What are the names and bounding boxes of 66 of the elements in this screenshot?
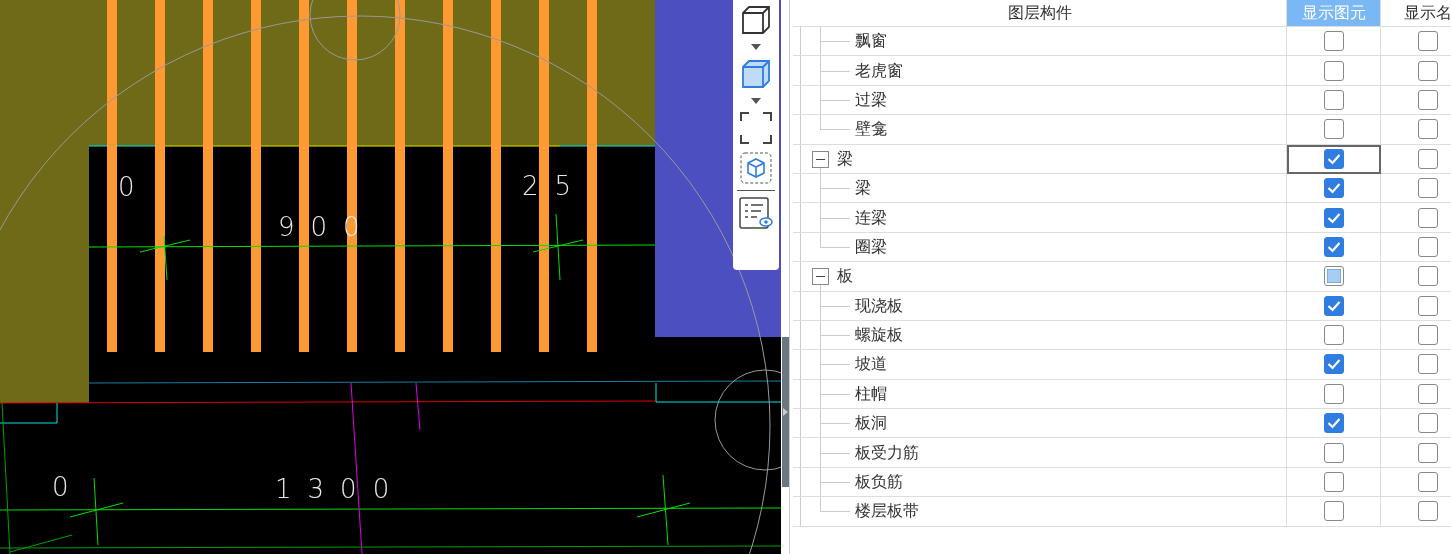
checkbox[interactable] — [1417, 31, 1438, 52]
list-view-icon[interactable] — [739, 197, 773, 229]
layer-group-name: 板 — [837, 265, 853, 288]
layer-name: 壁龛 — [855, 118, 887, 141]
checkbox[interactable] — [1323, 119, 1344, 140]
caret-icon[interactable] — [751, 98, 761, 104]
layer-name: 连梁 — [855, 206, 887, 229]
checkbox[interactable] — [1417, 266, 1438, 287]
checkbox[interactable] — [1323, 442, 1344, 463]
checkbox[interactable] — [1417, 236, 1438, 257]
checkbox[interactable] — [1417, 207, 1438, 228]
checkbox[interactable] — [1417, 442, 1438, 463]
column-header[interactable]: 显示名 — [1381, 0, 1451, 27]
checkbox[interactable] — [1417, 413, 1438, 434]
layer-name: 板受力筋 — [855, 441, 919, 464]
cube-select-icon[interactable] — [740, 152, 772, 184]
collapse-button[interactable] — [812, 268, 829, 286]
cube-icon[interactable] — [740, 4, 772, 36]
checkbox[interactable] — [1323, 178, 1344, 199]
checkbox[interactable] — [1323, 148, 1344, 169]
checkbox[interactable] — [1323, 413, 1344, 434]
caret-icon[interactable] — [751, 44, 761, 50]
checkbox[interactable] — [1417, 472, 1438, 493]
checkbox[interactable] — [1323, 60, 1344, 81]
layer-name: 柱帽 — [855, 382, 887, 405]
checkbox[interactable] — [1417, 325, 1438, 346]
dimension-label: 1300 — [275, 474, 406, 504]
shaded-cube-icon[interactable] — [740, 58, 772, 90]
layer-group-name: 梁 — [837, 147, 853, 170]
layer-name: 板负筋 — [855, 471, 903, 494]
selection-frame-icon[interactable] — [740, 112, 772, 144]
layer-name: 梁 — [855, 177, 871, 200]
checkbox[interactable] — [1323, 207, 1344, 228]
checkbox[interactable] — [1323, 236, 1344, 257]
dimension-label: 0 — [52, 472, 85, 502]
checkbox[interactable] — [1417, 60, 1438, 81]
checkbox[interactable] — [1323, 89, 1344, 110]
collapse-button[interactable] — [812, 150, 829, 168]
column-header[interactable]: 图层构件 — [793, 0, 1287, 27]
panel-splitter[interactable] — [781, 337, 789, 487]
checkbox[interactable] — [1417, 178, 1438, 199]
layer-name: 现浇板 — [855, 294, 903, 317]
layer-name: 老虎窗 — [855, 59, 903, 82]
checkbox[interactable] — [1323, 31, 1344, 52]
layer-name: 过梁 — [855, 88, 887, 111]
checkbox[interactable] — [1323, 295, 1344, 316]
checkbox[interactable] — [1323, 383, 1344, 404]
checkbox[interactable] — [1323, 472, 1344, 493]
checkbox[interactable] — [1323, 501, 1344, 522]
dimension-label: 0 — [118, 172, 151, 202]
layer-name: 楼层板带 — [855, 500, 919, 523]
checkbox[interactable] — [1417, 89, 1438, 110]
checkbox[interactable] — [1323, 325, 1344, 346]
layer-name: 坡道 — [855, 353, 887, 376]
checkbox[interactable] — [1417, 148, 1438, 169]
checkbox[interactable] — [1417, 295, 1438, 316]
checkbox[interactable] — [1417, 119, 1438, 140]
layer-name: 飘窗 — [855, 30, 887, 53]
checkbox[interactable] — [1323, 266, 1344, 287]
layer-name: 圈梁 — [855, 235, 887, 258]
layer-name: 板洞 — [855, 412, 887, 435]
checkbox[interactable] — [1417, 383, 1438, 404]
checkbox[interactable] — [1323, 354, 1344, 375]
checkbox[interactable] — [1417, 354, 1438, 375]
layer-name: 螺旋板 — [855, 324, 903, 347]
checkbox[interactable] — [1417, 501, 1438, 522]
